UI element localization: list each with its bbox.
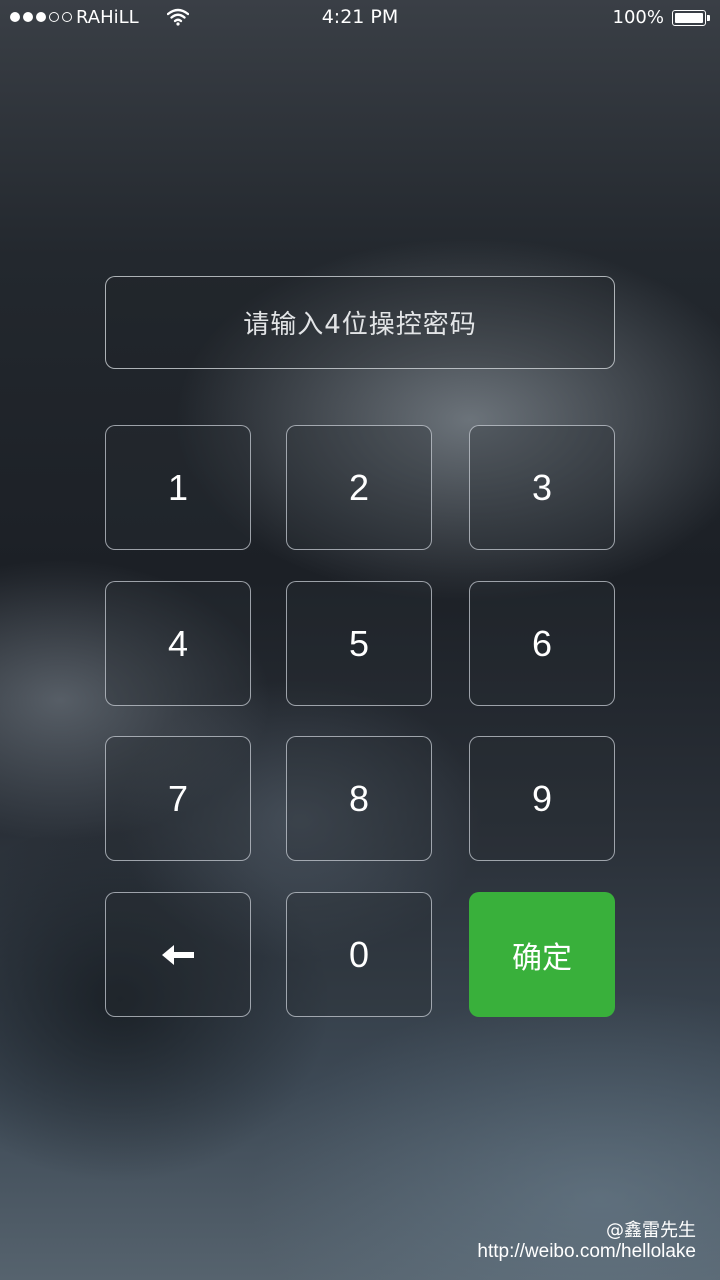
left-arrow-icon: [160, 934, 196, 976]
key-2[interactable]: 2: [286, 425, 432, 550]
key-5[interactable]: 5: [286, 581, 432, 706]
key-0[interactable]: 0: [286, 892, 432, 1017]
battery-icon: [672, 10, 710, 26]
password-placeholder: 请输入4位操控密码: [243, 310, 477, 340]
key-9[interactable]: 9: [469, 736, 615, 861]
status-bar: RAHiLL 4:21 PM 100%: [0, 0, 720, 36]
battery-percentage: 100%: [612, 7, 664, 28]
watermark-url: http://weibo.com/hellolake: [477, 1241, 696, 1262]
key-1[interactable]: 1: [105, 425, 251, 550]
password-field[interactable]: 请输入4位操控密码: [105, 276, 615, 369]
confirm-button[interactable]: 确定: [469, 892, 615, 1017]
key-4[interactable]: 4: [105, 581, 251, 706]
watermark-author: @鑫雷先生: [606, 1220, 696, 1241]
key-3[interactable]: 3: [469, 425, 615, 550]
key-6[interactable]: 6: [469, 581, 615, 706]
key-7[interactable]: 7: [105, 736, 251, 861]
key-8[interactable]: 8: [286, 736, 432, 861]
lock-screen: RAHiLL 4:21 PM 100% 请输入4位操控密码 1 2 3 4 5 …: [0, 0, 720, 1280]
backspace-button[interactable]: [105, 892, 251, 1017]
